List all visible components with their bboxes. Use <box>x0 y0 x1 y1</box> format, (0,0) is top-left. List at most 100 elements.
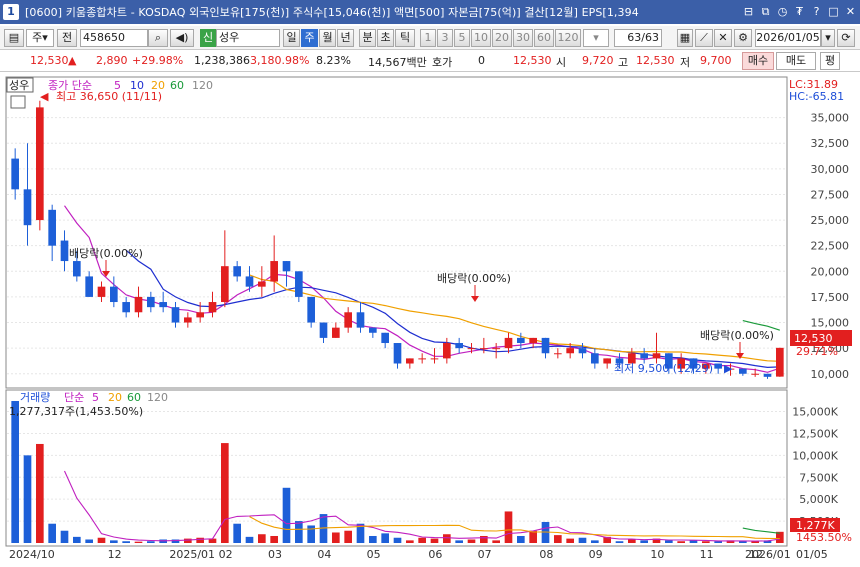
stock-tag: 성우 <box>9 79 29 92</box>
candle-body <box>233 266 241 277</box>
x-tick-label-date: 01/05 <box>796 548 828 561</box>
bid-value: 0 <box>478 54 485 67</box>
volume-ratio: 3,180.98% <box>250 54 310 67</box>
volume-bar <box>480 535 488 543</box>
volume-bar <box>134 541 143 543</box>
refresh-icon[interactable]: ⟳ <box>837 29 855 47</box>
text-icon[interactable]: ₮ <box>792 4 807 19</box>
prev-button[interactable]: 전 <box>57 29 77 47</box>
period-week[interactable]: 주 <box>301 29 318 47</box>
calendar-icon[interactable]: ▾ <box>821 29 835 47</box>
x-tick-label: 07 <box>478 548 492 561</box>
interval-10[interactable]: 10 <box>471 29 491 47</box>
x-tick-label: 2024/10 <box>9 548 55 561</box>
volume-bar <box>714 541 722 543</box>
candle-body <box>578 348 587 354</box>
x-tick-label: 06 <box>428 548 442 561</box>
period-second[interactable]: 초 <box>377 29 394 47</box>
buy-button[interactable]: 매수 <box>742 52 774 70</box>
period-select[interactable]: 주▾ <box>26 29 54 47</box>
candle-body <box>332 327 340 338</box>
interval-120[interactable]: 120 <box>555 29 581 47</box>
volume-bar <box>258 534 266 543</box>
open-label: 시 <box>556 56 567 69</box>
sell-button[interactable]: 매도 <box>776 52 816 70</box>
interval-20[interactable]: 20 <box>492 29 512 47</box>
link-icon[interactable]: ⊟ <box>741 4 756 19</box>
x-tick-label: 2025/01 <box>169 548 215 561</box>
candle-body <box>97 286 106 297</box>
volume-bar <box>578 537 587 543</box>
candle-body <box>751 373 759 375</box>
line-tool-icon[interactable]: ⟋ <box>695 29 713 47</box>
x-tick-label: 2026/01 <box>745 548 791 561</box>
period-day[interactable]: 일 <box>283 29 300 47</box>
interval-5[interactable]: 5 <box>454 29 470 47</box>
speaker-icon[interactable]: ◀) <box>170 29 194 47</box>
x-tick-label: 02 <box>219 548 233 561</box>
clock-icon[interactable]: ◷ <box>775 4 790 19</box>
price-tick-label: 15,000 <box>811 317 850 330</box>
crosshair-icon[interactable]: ✕ <box>714 29 732 47</box>
period-minute[interactable]: 분 <box>359 29 376 47</box>
interval-60[interactable]: 60 <box>534 29 554 47</box>
volume-bar <box>702 541 710 543</box>
copy-icon[interactable]: ⧉ <box>758 4 773 19</box>
candle-body <box>270 261 278 282</box>
low-arrow-icon: ▶ <box>724 362 733 375</box>
vol-ma-5-label: 5 <box>92 391 99 404</box>
candle-body <box>406 358 414 364</box>
calendar-icon[interactable] <box>10 95 26 109</box>
vol-ma-20-label: 20 <box>108 391 122 404</box>
x-tick-label: 03 <box>268 548 282 561</box>
candle-body <box>159 302 167 308</box>
candle-body <box>541 337 550 354</box>
interval-30[interactable]: 30 <box>513 29 533 47</box>
candle-body <box>245 276 254 287</box>
volume-bar <box>665 540 673 543</box>
stock-chart[interactable]: 35,000 32,500 30,000 27,500 25,000 22,500 20,0… <box>0 72 860 567</box>
volume-bar <box>147 541 155 543</box>
help-icon[interactable]: ? <box>809 4 824 19</box>
candle-body <box>134 296 143 313</box>
grid-icon[interactable]: ▦ <box>677 29 693 47</box>
search-icon[interactable]: ⌕ <box>148 29 168 47</box>
high-note: 최고 36,650 (11/11) <box>56 90 162 103</box>
current-pct-tag: 29.71% <box>796 345 838 358</box>
interval-1[interactable]: 1 <box>420 29 436 47</box>
low-note: 최저 9,500 (12/29) <box>614 362 713 375</box>
candle-body <box>776 347 784 377</box>
candle-body <box>566 348 574 354</box>
volume-bar <box>406 540 414 543</box>
candle-body <box>640 353 648 359</box>
period-tick[interactable]: 틱 <box>395 29 415 47</box>
count-display: 63/63 <box>614 29 662 47</box>
layout-icon[interactable]: ▤ <box>4 29 24 47</box>
volume-bar <box>233 523 241 543</box>
current-price: 12,530 <box>30 54 69 67</box>
candle-body <box>60 240 69 262</box>
interval-dropdown[interactable]: ▾ <box>583 29 609 47</box>
settings-icon[interactable]: ⚙ <box>734 29 752 47</box>
avg-button[interactable]: 평 <box>820 52 840 70</box>
candle-body <box>529 337 537 344</box>
candle-body <box>763 373 772 377</box>
stock-code-input[interactable]: 458650 <box>80 29 148 47</box>
price-tick-label: 27,500 <box>811 188 850 201</box>
open-price: 9,720 <box>582 54 614 67</box>
period-month[interactable]: 월 <box>319 29 336 47</box>
volume-bar <box>615 541 624 543</box>
candle-body <box>208 302 217 313</box>
date-input[interactable]: 2026/01/05 <box>755 29 821 47</box>
stock-name[interactable]: 성우 <box>216 29 280 47</box>
vol-ma-title: 단순 <box>64 391 84 404</box>
interval-3[interactable]: 3 <box>437 29 453 47</box>
volume-bar <box>393 537 402 543</box>
candle-body <box>430 358 439 360</box>
maximize-icon[interactable]: □ <box>826 4 841 19</box>
volume-bar <box>85 539 93 543</box>
candle-body <box>381 332 389 344</box>
period-year[interactable]: 년 <box>337 29 354 47</box>
close-icon[interactable]: ✕ <box>843 4 858 19</box>
candle-body <box>11 158 19 190</box>
